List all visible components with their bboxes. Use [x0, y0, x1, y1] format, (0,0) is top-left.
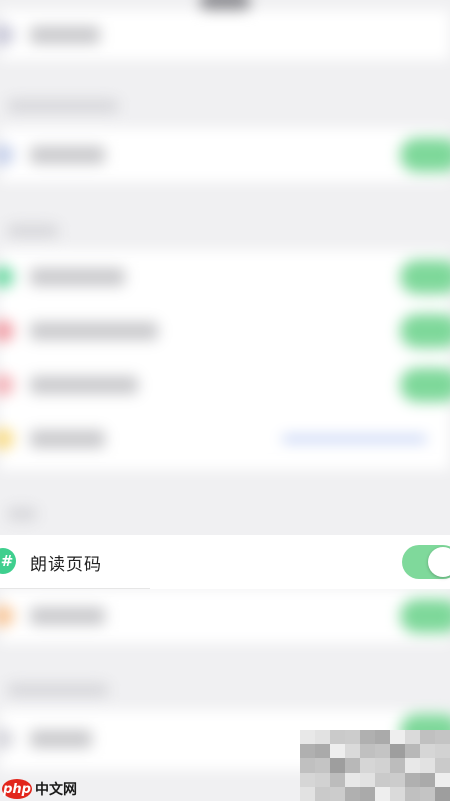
php-logo: php [2, 779, 32, 799]
blurred-icon [0, 266, 14, 288]
mosaic-tile [345, 786, 360, 801]
mosaic-tile [345, 744, 360, 759]
blurred-label [30, 730, 92, 748]
blurred-label [30, 607, 105, 625]
mosaic-tile [405, 758, 420, 773]
blurred-label [30, 146, 105, 164]
mosaic-tile [420, 772, 435, 787]
blurred-row-top [0, 10, 450, 60]
read-page-number-row[interactable]: # 朗读页码 [0, 535, 450, 589]
blurred-settings-background [0, 0, 450, 801]
mosaic-tile [360, 758, 375, 773]
mosaic-tile [375, 730, 390, 745]
mosaic-tile [315, 744, 330, 759]
toggle-knob [428, 547, 450, 577]
blurred-toggle [400, 314, 450, 348]
blurred-label [30, 322, 158, 340]
mosaic-tile [375, 786, 390, 801]
row-separator [0, 588, 150, 589]
mosaic-tile [375, 744, 390, 759]
php-cn-watermark: php 中文网 [2, 778, 77, 800]
blurred-icon [0, 728, 14, 750]
blurred-icon [0, 605, 14, 627]
mosaic-tile [420, 786, 435, 801]
blurred-row [0, 128, 450, 182]
mosaic-tile [345, 772, 360, 787]
mosaic-tile [435, 772, 450, 787]
mosaic-tile [300, 744, 315, 759]
blurred-label [30, 430, 105, 448]
read-page-number-toggle[interactable] [402, 545, 450, 579]
mosaic-tile [300, 758, 315, 773]
mosaic-tile [390, 744, 405, 759]
mosaic-tile [330, 758, 345, 773]
blurred-toggle [400, 599, 450, 633]
mosaic-tile [300, 730, 315, 745]
site-name: 中文网 [35, 782, 77, 798]
mosaic-tile [405, 730, 420, 745]
mosaic-tile [360, 772, 375, 787]
blurred-label [30, 376, 138, 394]
mosaic-tile [375, 772, 390, 787]
mosaic-tile [420, 744, 435, 759]
blurred-label [30, 26, 100, 44]
mosaic-tile [435, 730, 450, 745]
mosaic-tile [360, 730, 375, 745]
mosaic-tile [345, 758, 360, 773]
hash-icon: # [0, 548, 16, 574]
mosaic-tile [435, 786, 450, 801]
mosaic-tile [390, 772, 405, 787]
mosaic-tile [360, 786, 375, 801]
mosaic-tile [420, 730, 435, 745]
blurred-slider [282, 436, 427, 442]
mosaic-tile [435, 758, 450, 773]
blurred-section-header [8, 225, 58, 237]
blurred-icon [0, 374, 14, 396]
mosaic-tile [435, 744, 450, 759]
mosaic-tile [315, 786, 330, 801]
mosaic-tile [375, 758, 390, 773]
blurred-toggle [400, 138, 450, 172]
mosaic-tile [405, 744, 420, 759]
mosaic-tile [330, 786, 345, 801]
blurred-toggle [400, 368, 450, 402]
mosaic-tile [345, 730, 360, 745]
blurred-icon [0, 24, 14, 46]
blurred-section-header [8, 684, 108, 696]
mosaic-tile [315, 730, 330, 745]
row-title: 朗读页码 [30, 555, 102, 575]
blurred-label [30, 268, 125, 286]
mosaic-tile [330, 730, 345, 745]
blurred-icon [0, 428, 14, 450]
mosaic-tile [420, 758, 435, 773]
mosaic-tile [390, 786, 405, 801]
mosaic-tile [315, 758, 330, 773]
mosaic-tile [390, 730, 405, 745]
blurred-section-header [8, 100, 118, 112]
mosaic-tile [360, 744, 375, 759]
blurred-row [0, 589, 450, 643]
blurred-toggle [400, 260, 450, 294]
mosaic-tile [315, 772, 330, 787]
blurred-icon [0, 320, 14, 342]
mosaic-tile [330, 772, 345, 787]
mosaic-tile [405, 786, 420, 801]
blurred-section-header [8, 508, 36, 520]
pixelated-mosaic [300, 730, 450, 801]
blurred-group [0, 250, 450, 470]
mosaic-tile [330, 744, 345, 759]
blurred-icon [0, 144, 14, 166]
mosaic-tile [300, 772, 315, 787]
mosaic-tile [300, 786, 315, 801]
mosaic-tile [405, 772, 420, 787]
mosaic-tile [390, 758, 405, 773]
